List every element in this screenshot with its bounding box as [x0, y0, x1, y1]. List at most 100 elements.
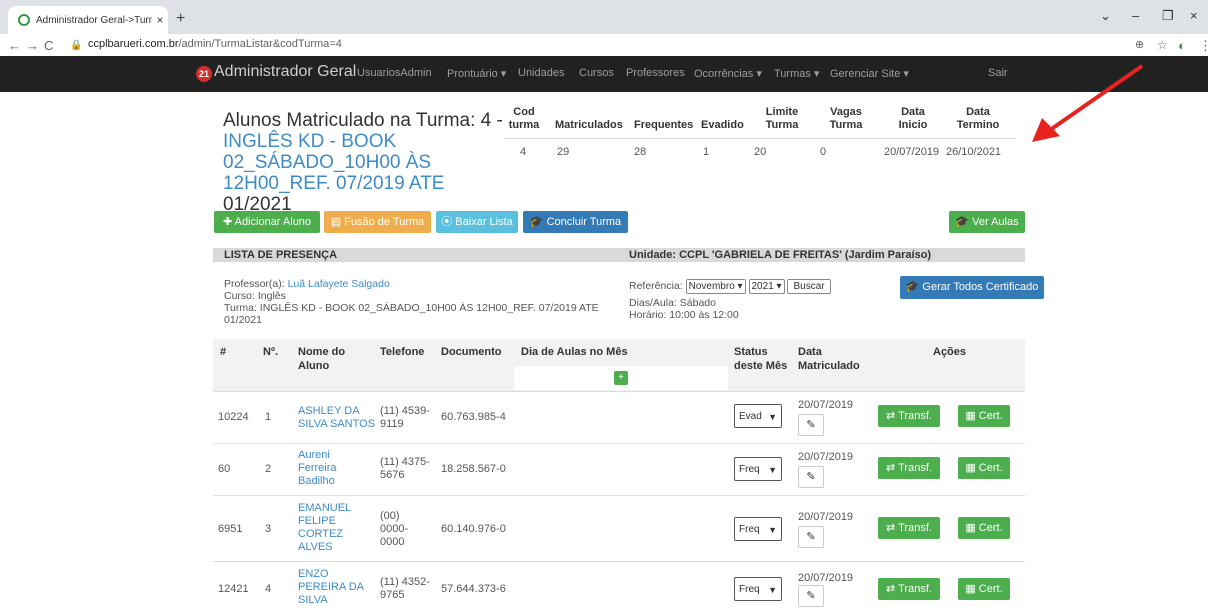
summary-limite: 20 — [754, 146, 767, 158]
new-tab-icon[interactable]: + — [176, 10, 185, 28]
summary-cod: 4 — [520, 146, 527, 158]
student-name-link[interactable]: EMANUEL FELIPE CORTEZ ALVES — [298, 502, 351, 554]
nav-gerenciar-site[interactable]: Gerenciar Site ▾ — [830, 67, 909, 80]
certificate-button[interactable]: ▦ Cert. — [958, 578, 1010, 600]
year-select[interactable]: 2021 ▾ — [748, 279, 785, 294]
summary-inicio: 20/07/2019 — [884, 146, 940, 158]
certificate-button[interactable]: ▦ Cert. — [958, 517, 1010, 539]
nav-unidades[interactable]: Unidades — [518, 67, 564, 79]
nav-prontuario[interactable]: Prontuário ▾ — [447, 67, 506, 80]
tab-list-icon[interactable]: ⌄ — [1100, 8, 1111, 24]
row-documento: 60.140.976-0 — [441, 523, 506, 535]
nav-cursos[interactable]: Cursos — [579, 67, 614, 79]
row-id: 60 — [218, 463, 231, 475]
transfer-button[interactable]: ⇄ Transf. — [878, 517, 940, 539]
view-classes-button[interactable]: 🎓 Ver Aulas — [949, 211, 1025, 233]
row-num: 3 — [265, 523, 272, 535]
class-info: Professor(a): Luã Lafayete Salgado Curso… — [224, 278, 599, 326]
row-data: 20/07/2019 — [798, 451, 854, 463]
status-select[interactable]: Freq ▼ — [734, 457, 782, 481]
summary-header-limite: Limite Turma — [765, 106, 799, 131]
maximize-icon[interactable]: ❐ — [1162, 8, 1174, 24]
row-id: 10224 — [218, 411, 249, 423]
favicon-icon — [18, 14, 30, 26]
search-button[interactable]: Buscar — [787, 279, 831, 294]
status-select[interactable]: Freq ▼ — [734, 577, 782, 601]
generate-certificates-button[interactable]: 🎓 Gerar Todos Certificado — [900, 276, 1044, 299]
status-select[interactable]: Evad ▼ — [734, 404, 782, 428]
url-field[interactable]: ccplbarueri.com.br/admin/TurmaListar&cod… — [88, 38, 342, 50]
col-documento: Documento — [441, 346, 502, 358]
status-select[interactable]: Freq ▼ — [734, 517, 782, 541]
col-num: Nº. — [263, 346, 279, 358]
row-documento: 60.763.985-4 — [441, 411, 506, 423]
reference-block: Referência: Novembro ▾ 2021 ▾ Buscar Dia… — [629, 279, 831, 321]
back-icon[interactable]: ← — [8, 38, 21, 53]
turma-name-link[interactable]: INGLÊS KD - BOOK 02_SÁBADO_10H00 ÀS 12H0… — [223, 131, 444, 194]
transfer-button[interactable]: ⇄ Transf. — [878, 457, 940, 479]
nav-turmas[interactable]: Turmas ▾ — [774, 67, 819, 80]
edit-date-icon[interactable]: ✎ — [798, 414, 824, 436]
summary-vagas: 0 — [820, 146, 827, 158]
tab-title: Administrador Geral->TurmaListar — [36, 14, 152, 26]
summary-header-frequentes: Frequentes — [634, 119, 694, 131]
row-telefone: (11) 4539- 9119 — [380, 405, 430, 430]
edit-date-icon[interactable]: ✎ — [798, 466, 824, 488]
edit-date-icon[interactable]: ✎ — [798, 585, 824, 607]
month-select[interactable]: Novembro ▾ — [685, 279, 746, 294]
nav-usuariosadmin[interactable]: UsuariosAdmin — [357, 67, 432, 79]
close-window-icon[interactable]: × — [1190, 8, 1198, 23]
row-id: 12421 — [218, 583, 249, 595]
nav-ocorrencias[interactable]: Ocorrências ▾ — [694, 67, 762, 80]
presence-bar: LISTA DE PRESENÇA Unidade: CCPL 'GABRIEL… — [213, 248, 1025, 262]
summary-matriculados: 29 — [557, 146, 570, 158]
site-logo[interactable]: 21 — [196, 66, 212, 82]
bookmark-star-icon[interactable]: ☆ — [1157, 38, 1168, 52]
student-name-link[interactable]: ASHLEY DA SILVA SANTOS — [298, 405, 375, 431]
merge-class-button[interactable]: ▤ Fusão de Turma — [324, 211, 431, 233]
add-student-button[interactable]: ✚ Adicionar Aluno — [214, 211, 320, 233]
summary-divider — [504, 138, 1016, 139]
student-name-link[interactable]: Aureni Ferreira Badilho — [298, 449, 337, 488]
add-day-button[interactable]: + — [614, 371, 628, 385]
browser-menu-icon[interactable]: ⋮ — [1199, 38, 1208, 54]
row-num: 2 — [265, 463, 272, 475]
student-name-link[interactable]: ENZO PEREIRA DA SILVA — [298, 568, 364, 607]
summary-header-inicio: Data Inicio — [898, 106, 928, 131]
reload-icon[interactable]: C — [44, 38, 53, 53]
row-num: 4 — [265, 583, 272, 595]
row-data: 20/07/2019 — [798, 511, 854, 523]
summary-header-evadido: Evadido — [701, 119, 744, 131]
summary-evadido: 1 — [703, 146, 710, 158]
row-telefone: (11) 4352- 9765 — [380, 576, 430, 601]
col-id: # — [220, 346, 227, 358]
brand-title[interactable]: Administrador Geral — [214, 63, 356, 81]
summary-frequentes: 28 — [634, 146, 647, 158]
close-tab-icon[interactable]: × — [152, 13, 168, 27]
extension-icon[interactable]: ◐ — [1178, 38, 1186, 53]
unit-label: Unidade: CCPL 'GABRIELA DE FREITAS' (Jar… — [629, 249, 932, 261]
zoom-icon[interactable]: ⊕ — [1135, 38, 1144, 51]
edit-date-icon[interactable]: ✎ — [798, 526, 824, 548]
row-documento: 18.258.567-0 — [441, 463, 506, 475]
summary-termino: 26/10/2021 — [946, 146, 1002, 158]
col-acoes: Ações — [933, 346, 967, 358]
minimize-icon[interactable]: – — [1132, 8, 1139, 23]
download-list-button[interactable]: ⦿ Baixar Lista — [436, 211, 518, 233]
conclude-class-button[interactable]: 🎓 Concluir Turma — [523, 211, 628, 233]
nav-professores[interactable]: Professores — [626, 67, 685, 79]
transfer-button[interactable]: ⇄ Transf. — [878, 578, 940, 600]
transfer-button[interactable]: ⇄ Transf. — [878, 405, 940, 427]
summary-header-termino: Data Termino — [956, 106, 1000, 131]
row-telefone: (00) 0000- 0000 — [380, 510, 409, 548]
browser-tab[interactable]: Administrador Geral->TurmaListar × — [8, 6, 168, 34]
nav-sair[interactable]: Sair — [988, 67, 1008, 79]
presence-title: LISTA DE PRESENÇA — [224, 249, 338, 261]
certificate-button[interactable]: ▦ Cert. — [958, 405, 1010, 427]
row-id: 6951 — [218, 523, 243, 535]
col-data-matriculado: Data Matriculado — [798, 346, 860, 372]
row-data: 20/07/2019 — [798, 572, 854, 584]
professor-link[interactable]: Luã Lafayete Salgado — [288, 278, 390, 290]
forward-icon[interactable]: → — [26, 38, 39, 53]
certificate-button[interactable]: ▦ Cert. — [958, 457, 1010, 479]
